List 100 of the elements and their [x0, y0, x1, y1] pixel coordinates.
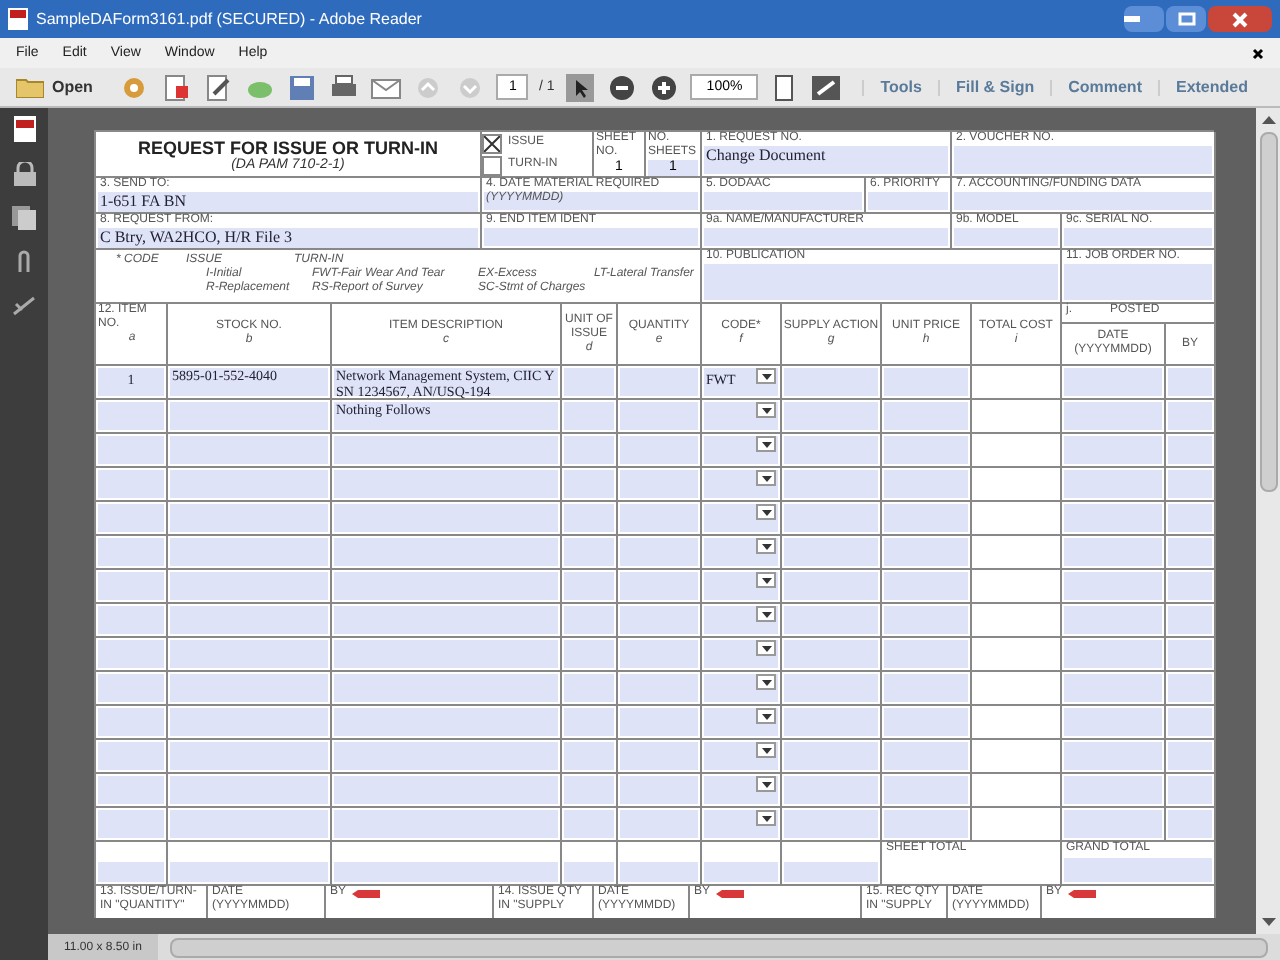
dropdown-button[interactable]	[756, 606, 776, 622]
pointer-icon[interactable]	[564, 73, 597, 101]
zoom-in-icon[interactable]	[648, 73, 681, 101]
table-cell	[1168, 742, 1212, 770]
table-cell	[98, 606, 164, 634]
form-field[interactable]	[868, 192, 948, 210]
table-cell	[784, 708, 878, 736]
vertical-scrollbar[interactable]	[1256, 108, 1280, 934]
table-cell	[98, 742, 164, 770]
table-cell	[98, 572, 164, 600]
dropdown-button[interactable]	[756, 368, 776, 384]
sign-here-icon[interactable]	[716, 890, 745, 898]
form-field[interactable]	[1064, 228, 1212, 246]
scrollbar-thumb[interactable]	[1259, 132, 1277, 492]
caret-icon	[761, 543, 771, 549]
table-cell	[98, 810, 164, 838]
close-button[interactable]	[1208, 6, 1272, 32]
maximize-button[interactable]	[1166, 6, 1206, 32]
form-field[interactable]	[954, 228, 1058, 246]
pdf-icon	[8, 8, 28, 30]
table-cell	[884, 572, 968, 600]
dropdown-button[interactable]	[756, 572, 776, 588]
form-field[interactable]	[704, 264, 1058, 300]
table-cell	[1064, 368, 1162, 396]
pdf-icon[interactable]	[13, 116, 35, 142]
form-title: REQUEST FOR ISSUE OR TURN-IN	[137, 138, 438, 158]
table-cell	[884, 436, 968, 464]
sign-here-icon[interactable]	[352, 890, 381, 898]
dropdown-button[interactable]	[756, 538, 776, 554]
table-cell	[620, 470, 698, 498]
table-cell	[784, 776, 878, 804]
form-field[interactable]	[704, 228, 948, 246]
table-cell	[1168, 776, 1212, 804]
table-cell	[784, 742, 878, 770]
table-cell	[620, 504, 698, 532]
close-icon[interactable]	[1252, 47, 1264, 59]
minimize-button[interactable]	[1124, 6, 1164, 32]
cross-icon	[484, 135, 500, 151]
table-cell	[98, 470, 164, 498]
table-cell	[784, 606, 878, 634]
edit-icon[interactable]	[202, 73, 235, 101]
form-field[interactable]	[954, 192, 1212, 210]
panel-tab[interactable]: Fill & Sign	[937, 79, 1051, 95]
horizontal-scrollbar[interactable]	[169, 937, 1268, 957]
table-cell	[784, 538, 878, 566]
dropdown-button[interactable]	[756, 810, 776, 826]
form-field[interactable]	[704, 192, 862, 210]
print-icon[interactable]	[328, 73, 361, 101]
table-cell	[620, 640, 698, 668]
table-cell	[1168, 810, 1212, 838]
table-cell	[1064, 776, 1162, 804]
type-checkbox[interactable]	[482, 155, 502, 175]
sign-here-icon[interactable]	[1068, 890, 1097, 898]
lock-icon[interactable]	[13, 162, 35, 186]
save-icon[interactable]	[286, 73, 319, 101]
panel-tab[interactable]: Comment	[1050, 79, 1158, 95]
caret-icon	[761, 475, 771, 481]
form-field[interactable]	[1064, 264, 1212, 300]
dropdown-button[interactable]	[756, 436, 776, 452]
caret-icon	[761, 611, 771, 617]
table-cell	[620, 742, 698, 770]
dropdown-button[interactable]	[756, 742, 776, 758]
document-icon[interactable]	[160, 73, 193, 101]
form-field[interactable]: Change Document	[704, 146, 948, 174]
table-cell	[620, 708, 698, 736]
table-cell	[98, 862, 164, 882]
pages-icon[interactable]	[12, 206, 36, 230]
dropdown-button[interactable]	[756, 708, 776, 724]
panel-tab[interactable]: Tools	[862, 79, 938, 95]
table-cell	[564, 402, 614, 430]
zoom-out-icon[interactable]	[606, 73, 639, 101]
dropdown-button[interactable]	[756, 402, 776, 418]
table-cell	[564, 368, 614, 396]
type-checkbox[interactable]	[482, 133, 502, 153]
open-button[interactable]: Open	[16, 76, 93, 98]
panel-tab[interactable]: Extended	[1157, 79, 1264, 95]
dropdown-button[interactable]	[756, 470, 776, 486]
form-field[interactable]: 1-651 FA BN	[98, 192, 478, 212]
table-cell	[884, 674, 968, 702]
table-cell	[564, 538, 614, 566]
dropdown-button[interactable]	[756, 674, 776, 690]
table-cell	[784, 504, 878, 532]
table-cell	[620, 674, 698, 702]
table-cell	[564, 470, 614, 498]
paperclip-icon[interactable]	[16, 250, 32, 276]
table-cell	[1064, 538, 1162, 566]
table-cell	[884, 606, 968, 634]
form-field[interactable]: C Btry, WA2HCO, H/R File 3	[98, 228, 478, 248]
table-cell	[884, 504, 968, 532]
up-arrow-icon[interactable]	[1261, 112, 1275, 128]
dropdown-button[interactable]	[756, 640, 776, 656]
dropdown-button[interactable]	[756, 504, 776, 520]
mail-icon[interactable]	[370, 73, 403, 101]
down-arrow-icon[interactable]	[1261, 914, 1275, 930]
table-cell	[1168, 402, 1212, 430]
dropdown-button[interactable]	[756, 776, 776, 792]
close-icon	[1232, 11, 1248, 27]
form-field[interactable]	[484, 228, 698, 246]
form-field[interactable]	[954, 146, 1212, 174]
table-cell	[884, 776, 968, 804]
